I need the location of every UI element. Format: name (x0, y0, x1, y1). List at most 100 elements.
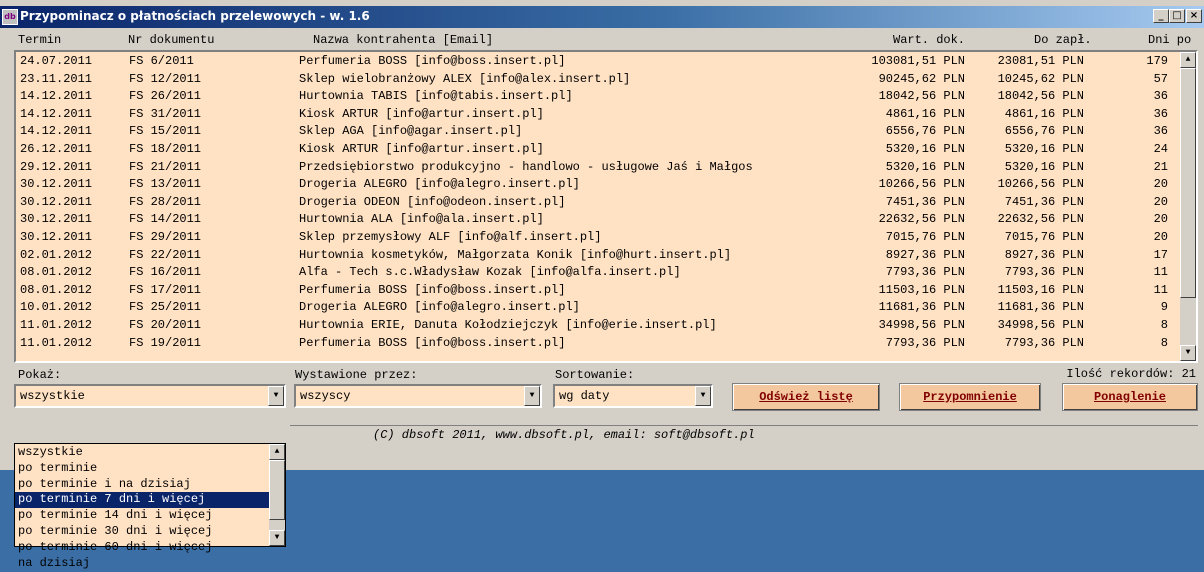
table-row[interactable]: 29.12.2011 FS 21/2011 Przedsiębiorstwo pro… (16, 159, 1180, 176)
cell-date: 08.01.2012 (20, 282, 93, 297)
chevron-down-icon[interactable]: ▼ (268, 386, 284, 406)
cell-to-pay: 5320,16 PLN (1004, 142, 1084, 156)
cell-contractor: Perfumeria BOSS [info@boss.insert.pl] (299, 282, 566, 297)
table-row[interactable]: 08.01.2012 FS 16/2011 Alfa - Tech s.c.Wład… (16, 264, 1180, 281)
dropdown-scroll-thumb[interactable] (269, 460, 285, 520)
cell-to-pay: 11503,16 PLN (997, 282, 1084, 297)
cell-doc-number: FS 14/2011 (129, 212, 202, 227)
column-header-doc-number[interactable]: Nr dokumentu (128, 33, 214, 47)
column-header-contractor[interactable]: Nazwa kontrahenta [Email] (313, 33, 493, 47)
cell-contractor: Sklep przemysłowy ALF [info@alf.insert.p… (299, 230, 602, 244)
cell-days-overdue: 17 (1153, 247, 1168, 262)
column-header-to-pay[interactable]: Do zapł. (1034, 33, 1092, 47)
table-row[interactable]: 11.01.2012 FS 19/2011 Perfumeria BOSS [inf… (16, 335, 1180, 352)
scroll-up-icon[interactable]: ▲ (269, 444, 285, 460)
issued-by-label: Wystawione przez: (295, 368, 418, 382)
dropdown-option[interactable]: na dzisiaj (15, 556, 269, 572)
maximize-icon[interactable]: □ (1169, 9, 1185, 23)
sort-value: wg daty (559, 389, 610, 403)
cell-doc-number: FS 31/2011 (129, 106, 202, 121)
table-row[interactable]: 30.12.2011 FS 13/2011 Drogeria ALEGRO [inf… (16, 176, 1180, 193)
table-row[interactable]: 11.01.2012 FS 20/2011 Hurtownia ERIE, Danu… (16, 317, 1180, 334)
chevron-down-icon[interactable]: ▼ (695, 386, 711, 406)
cell-to-pay: 11681,36 PLN (997, 300, 1084, 315)
scroll-up-icon[interactable]: ▲ (1180, 52, 1196, 68)
record-count: Ilość rekordów: 21 (1066, 367, 1196, 381)
cell-doc-number: FS 6/2011 (129, 54, 194, 68)
table-row[interactable]: 14.12.2011 FS 15/2011 Sklep AGA [info@agar… (16, 123, 1180, 140)
cell-doc-value: 34998,56 PLN (878, 318, 965, 332)
table-row[interactable]: 10.01.2012 FS 25/2011 Drogeria ALEGRO [inf… (16, 299, 1180, 316)
column-header-days-overdue[interactable]: Dni po (1148, 33, 1191, 47)
cell-doc-value: 11503,16 PLN (878, 282, 965, 297)
show-label: Pokaż: (18, 368, 62, 382)
table-row[interactable]: 14.12.2011 FS 26/2011 Hurtownia TABIS [inf… (16, 88, 1180, 105)
cell-days-overdue: 57 (1153, 71, 1168, 86)
cell-to-pay: 6556,76 PLN (1004, 124, 1084, 139)
cell-doc-value: 22632,56 PLN (878, 212, 965, 227)
cell-doc-number: FS 13/2011 (129, 177, 202, 192)
column-header-doc-value[interactable]: Wart. dok. (893, 33, 965, 47)
main-window: db Przypominacz o płatnościach przelewow… (0, 0, 1204, 470)
cell-contractor: Hurtownia ERIE, Danuta Kołodziejczyk [in… (299, 318, 717, 332)
table-row[interactable]: 02.01.2012 FS 22/2011 Hurtownia kosmetyków… (16, 247, 1180, 264)
table-row[interactable]: 26.12.2011 FS 18/2011 Kiosk ARTUR [info@ar… (16, 141, 1180, 158)
cell-date: 23.11.2011 (20, 71, 93, 86)
table-row[interactable]: 30.12.2011 FS 29/2011 Sklep przemysłowy AL… (16, 229, 1180, 246)
cell-days-overdue: 21 (1153, 159, 1168, 174)
dropdown-option[interactable]: po terminie 30 dni i więcej (15, 524, 269, 540)
dropdown-option[interactable]: po terminie i na dzisiaj (15, 477, 269, 493)
dunning-button[interactable]: Ponaglenie (1062, 383, 1198, 411)
cell-doc-number: FS 17/2011 (129, 282, 202, 297)
cell-days-overdue: 36 (1153, 124, 1168, 139)
cell-to-pay: 10266,56 PLN (997, 177, 1084, 192)
cell-date: 24.07.2011 (20, 54, 93, 68)
scroll-thumb[interactable] (1180, 68, 1196, 298)
cell-date: 14.12.2011 (20, 89, 93, 104)
cell-date: 30.12.2011 (20, 194, 93, 209)
cell-doc-value: 7793,36 PLN (885, 265, 965, 280)
issued-by-select[interactable]: wszyscy ▼ (294, 384, 542, 408)
db-app-icon[interactable]: db (2, 9, 18, 25)
cell-days-overdue: 20 (1153, 194, 1168, 209)
dropdown-option[interactable]: po terminie 7 dni i więcej (15, 492, 269, 509)
list-scrollbar[interactable]: ▲ ▼ (1180, 52, 1196, 361)
table-row[interactable]: 14.12.2011 FS 31/2011 Kiosk ARTUR [info@ar… (16, 106, 1180, 123)
dropdown-option[interactable]: wszystkie (15, 445, 269, 461)
cell-days-overdue: 11 (1153, 282, 1168, 297)
dropdown-option[interactable]: po terminie (15, 461, 269, 477)
scroll-down-icon[interactable]: ▼ (1180, 345, 1196, 361)
close-icon[interactable]: × (1186, 9, 1202, 23)
cell-to-pay: 4861,16 PLN (1004, 106, 1084, 121)
dropdown-option[interactable]: po terminie 14 dni i więcej (15, 508, 269, 524)
scroll-down-icon[interactable]: ▼ (269, 530, 285, 546)
table-row[interactable]: 23.11.2011 FS 12/2011 Sklep wielobranżowy … (16, 71, 1180, 88)
cell-days-overdue: 9 (1160, 300, 1168, 315)
show-select[interactable]: wszystkie ▼ (14, 384, 286, 408)
cell-contractor: Hurtownia TABIS [info@tabis.insert.pl] (299, 89, 573, 104)
payments-list[interactable]: ▲ ▼ 24.07.2011 FS 6/2011 Perfumeria BOSS [… (14, 50, 1198, 363)
refresh-button[interactable]: Odśwież listę (732, 383, 880, 411)
dropdown-scrollbar[interactable]: ▲ ▼ (269, 444, 285, 546)
sort-select[interactable]: wg daty ▼ (553, 384, 713, 408)
cell-date: 30.12.2011 (20, 230, 93, 244)
sort-label: Sortowanie: (555, 368, 635, 382)
cell-doc-value: 7015,76 PLN (885, 230, 965, 244)
table-row[interactable]: 24.07.2011 FS 6/2011 Perfumeria BOSS [info… (16, 53, 1180, 70)
dropdown-option[interactable]: po terminie 60 dni i więcej (15, 540, 269, 556)
cell-to-pay: 23081,51 PLN (997, 54, 1084, 68)
table-row[interactable]: 30.12.2011 FS 28/2011 Drogeria ODEON [info… (16, 194, 1180, 211)
table-row[interactable]: 30.12.2011 FS 14/2011 Hurtownia ALA [info@… (16, 211, 1180, 228)
show-dropdown-list[interactable]: ▲ ▼ wszystkie po terminie po terminie i na… (14, 443, 286, 570)
reminder-button[interactable]: Przypomnienie (899, 383, 1041, 411)
cell-days-overdue: 179 (1146, 54, 1168, 68)
minimize-icon[interactable]: _ (1153, 9, 1169, 23)
cell-days-overdue: 11 (1153, 265, 1168, 280)
chevron-down-icon[interactable]: ▼ (524, 386, 540, 406)
cell-contractor: Alfa - Tech s.c.Władysław Kozak [info@al… (299, 265, 681, 280)
column-header-termin[interactable]: Termin (18, 33, 61, 47)
cell-doc-number: FS 25/2011 (129, 300, 202, 315)
cell-date: 08.01.2012 (20, 265, 93, 280)
title-bar[interactable]: db Przypominacz o płatnościach przelewow… (0, 6, 1204, 28)
table-row[interactable]: 08.01.2012 FS 17/2011 Perfumeria BOSS [inf… (16, 282, 1180, 299)
